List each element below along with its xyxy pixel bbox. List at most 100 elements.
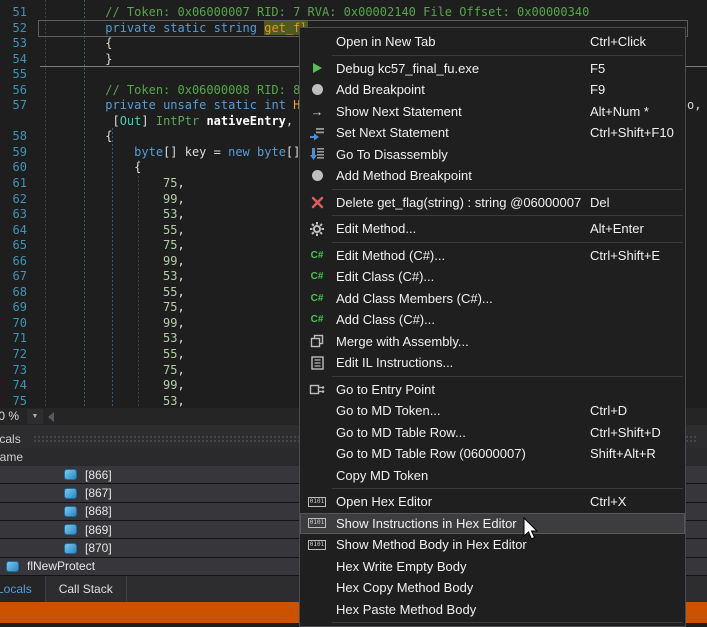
menu-item-show-method-body-in-hex-editor[interactable]: 0101Show Method Body in Hex Editor xyxy=(300,534,685,556)
menu-item-add-breakpoint[interactable]: Add BreakpointF9 xyxy=(300,79,685,101)
menu-item-label: Delete get_flag(string) : string @060000… xyxy=(336,195,581,210)
entry-point-icon xyxy=(304,382,330,396)
menu-item-add-class-members-c[interactable]: C# Add Class Members (C#)... xyxy=(300,288,685,310)
menu-item-edit-method-c[interactable]: C#Edit Method (C#)...Ctrl+Shift+E xyxy=(300,245,685,267)
field-icon xyxy=(64,469,77,480)
line-number: 60 xyxy=(0,160,27,176)
code-text-fragment[interactable]: o, xyxy=(687,98,701,112)
menu-separator xyxy=(332,55,683,56)
code-text[interactable]: 99, xyxy=(33,378,185,394)
line-number: 58 xyxy=(0,129,27,145)
code-text[interactable]: // Token: 0x06000007 RID: 7 RVA: 0x00002… xyxy=(33,5,589,21)
line-number: 51 xyxy=(0,5,27,21)
code-text[interactable]: byte[] key = new byte[] xyxy=(33,145,300,161)
code-text[interactable]: 53, xyxy=(33,207,185,223)
code-text[interactable]: } xyxy=(33,52,112,68)
code-text[interactable]: 99, xyxy=(33,254,185,270)
breakpoint-icon xyxy=(304,84,330,95)
locals-row-label: [867] xyxy=(85,486,112,500)
code-text[interactable]: 75, xyxy=(33,300,185,316)
name-column-header: Name xyxy=(0,450,23,464)
context-menu: Open in New TabCtrl+Click Debug kc57_fina… xyxy=(299,27,686,627)
code-text[interactable]: 55, xyxy=(33,347,185,363)
menu-item-label: Add Class Members (C#)... xyxy=(336,291,493,306)
menu-item-shortcut: Shift+Alt+R xyxy=(590,446,656,461)
menu-item-label: Go to Entry Point xyxy=(336,382,435,397)
menu-item-set-next-statement[interactable]: Set Next StatementCtrl+Shift+F10 xyxy=(300,122,685,144)
menu-separator xyxy=(332,189,683,190)
menu-item-label: Hex Write Empty Body xyxy=(336,559,467,574)
code-text[interactable]: 55, xyxy=(33,285,185,301)
tab-locals[interactable]: Locals xyxy=(0,576,46,602)
menu-item-label: Edit Class (C#)... xyxy=(336,269,434,284)
menu-item-go-to-md-table-row[interactable]: Go to MD Table Row...Ctrl+Shift+D xyxy=(300,422,685,444)
breakpoint-icon xyxy=(304,170,330,181)
menu-item-add-method-breakpoint[interactable]: Add Method Breakpoint xyxy=(300,165,685,187)
il-instructions-icon xyxy=(304,356,330,370)
menu-item-merge-with-assembly[interactable]: Merge with Assembly... xyxy=(300,331,685,353)
zoom-dropdown-button[interactable]: ▼ xyxy=(27,409,43,424)
menu-item-label: Set Next Statement xyxy=(336,125,449,140)
code-text[interactable]: 75, xyxy=(33,176,185,192)
menu-item-go-to-entry-point[interactable]: Go to Entry Point xyxy=(300,379,685,401)
code-text[interactable]: 53, xyxy=(33,394,185,408)
menu-item-shortcut: Del xyxy=(590,195,610,210)
play-icon xyxy=(304,63,330,73)
line-number: 53 xyxy=(0,36,27,52)
menu-item-label: Edit Method (C#)... xyxy=(336,248,445,263)
code-text[interactable]: 53, xyxy=(33,331,185,347)
menu-item-open-hex-editor[interactable]: 0101Open Hex EditorCtrl+X xyxy=(300,491,685,513)
menu-item-add-class-c[interactable]: C#Add Class (C#)... xyxy=(300,309,685,331)
code-text[interactable]: [Out] IntPtr nativeEntry, xyxy=(33,114,293,130)
code-text[interactable]: private static string get_fl xyxy=(33,21,308,37)
scrollbar-left-arrow-icon[interactable] xyxy=(48,412,54,422)
code-text[interactable]: 53, xyxy=(33,269,185,285)
menu-item-go-to-md-table-row-06000007[interactable]: Go to MD Table Row (06000007)Shift+Alt+R xyxy=(300,443,685,465)
menu-item-edit-method[interactable]: Edit Method...Alt+Enter xyxy=(300,218,685,240)
line-number xyxy=(0,114,27,130)
code-text[interactable]: 55, xyxy=(33,223,185,239)
locals-row-label: [866] xyxy=(85,468,112,482)
tab-call-stack[interactable]: Call Stack xyxy=(46,576,127,602)
line-number: 72 xyxy=(0,347,27,363)
line-number: 73 xyxy=(0,363,27,379)
menu-item-show-next-statement[interactable]: →Show Next StatementAlt+Num * xyxy=(300,101,685,123)
line-number: 65 xyxy=(0,238,27,254)
menu-item-go-to-disassembly[interactable]: Go To Disassembly xyxy=(300,144,685,166)
menu-item-go-to-md-token[interactable]: Go to MD Token...Ctrl+D xyxy=(300,400,685,422)
menu-item-debug-kc57-final-fu-exe[interactable]: Debug kc57_final_fu.exeF5 xyxy=(300,58,685,80)
menu-item-hex-paste-method-body[interactable]: Hex Paste Method Body xyxy=(300,599,685,621)
menu-separator xyxy=(332,242,683,243)
line-number: 57 xyxy=(0,98,27,114)
csharp-icon: C# xyxy=(304,293,330,304)
menu-item-edit-class-c[interactable]: C#Edit Class (C#)... xyxy=(300,266,685,288)
field-icon xyxy=(64,524,77,535)
menu-item-copy-md-token[interactable]: Copy MD Token xyxy=(300,465,685,487)
menu-item-label: Show Method Body in Hex Editor xyxy=(336,537,527,552)
code-text[interactable]: 75, xyxy=(33,363,185,379)
code-text[interactable]: { xyxy=(33,160,141,176)
csharp-icon: C# xyxy=(304,314,330,325)
locals-panel-title: Locals xyxy=(0,432,21,446)
mouse-cursor xyxy=(522,517,540,543)
code-text[interactable]: 99, xyxy=(33,316,185,332)
menu-item-shortcut: Alt+Enter xyxy=(590,221,644,236)
code-text[interactable]: 99, xyxy=(33,192,185,208)
code-text[interactable]: { xyxy=(33,129,112,145)
menu-separator xyxy=(332,376,683,377)
menu-item-open-in-new-tab[interactable]: Open in New TabCtrl+Click xyxy=(300,31,685,53)
menu-item-hex-copy-method-body[interactable]: Hex Copy Method Body xyxy=(300,577,685,599)
menu-item-edit-il-instructions[interactable]: Edit IL Instructions... xyxy=(300,352,685,374)
menu-item-hex-write-empty-body[interactable]: Hex Write Empty Body xyxy=(300,556,685,578)
menu-item-delete-get-flag-string-string-06000007[interactable]: Delete get_flag(string) : string @060000… xyxy=(300,192,685,214)
menu-item-show-instructions-in-hex-editor[interactable]: 0101Show Instructions in Hex Editor xyxy=(300,513,685,535)
code-text[interactable]: private unsafe static int H xyxy=(33,98,300,114)
line-number: 59 xyxy=(0,145,27,161)
gear-icon xyxy=(304,222,330,236)
set-next-statement-icon xyxy=(304,125,330,141)
code-text[interactable]: // Token: 0x06000008 RID: 8 xyxy=(33,83,300,99)
merge-assembly-icon xyxy=(304,334,330,348)
code-text[interactable]: 75, xyxy=(33,238,185,254)
code-text[interactable]: { xyxy=(33,36,112,52)
field-icon xyxy=(64,488,77,499)
